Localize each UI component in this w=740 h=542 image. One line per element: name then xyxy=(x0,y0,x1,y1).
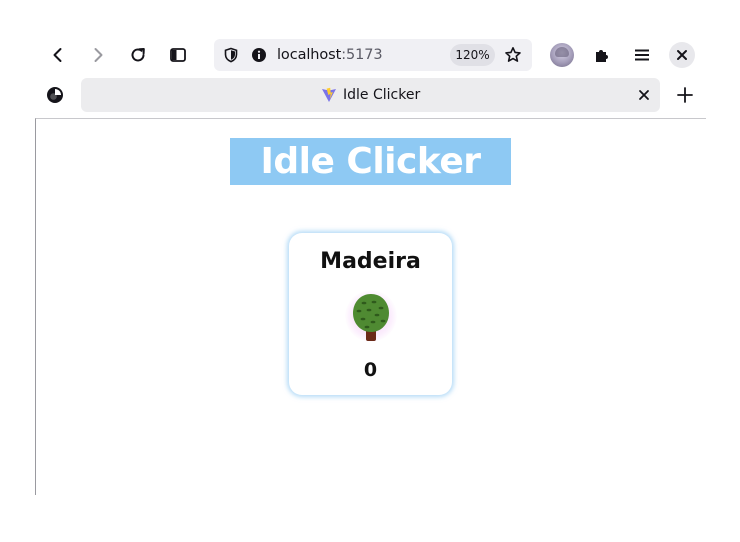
account-avatar[interactable] xyxy=(550,43,574,67)
tab-idle-clicker[interactable]: Idle Clicker xyxy=(81,78,660,112)
url-host: localhost xyxy=(277,47,342,63)
sidebar-toggle-button[interactable] xyxy=(164,41,192,69)
tree-icon[interactable] xyxy=(341,288,401,346)
new-tab-icon[interactable] xyxy=(675,85,695,105)
tab-close-icon[interactable] xyxy=(637,88,651,102)
back-arrow-icon xyxy=(53,48,62,62)
page-title: Idle Clicker xyxy=(230,138,511,185)
reload-icon xyxy=(131,48,145,62)
extensions-button[interactable] xyxy=(588,41,616,69)
close-window-button[interactable] xyxy=(669,42,695,68)
site-info-icon[interactable] xyxy=(251,47,267,63)
close-icon xyxy=(677,50,687,60)
page-content: Idle Clicker Madeira 0 xyxy=(35,118,706,495)
url-port: :5173 xyxy=(341,47,383,63)
sidebar-icon xyxy=(170,48,186,62)
hamburger-menu-icon xyxy=(635,49,649,61)
menu-button[interactable] xyxy=(628,41,656,69)
tree-graphic xyxy=(353,294,389,341)
bookmark-star-icon[interactable] xyxy=(504,46,522,64)
puzzle-piece-icon xyxy=(596,50,608,62)
back-button[interactable] xyxy=(44,41,72,69)
browser-toolbar: localhost:5173 120% Idle Clicker xyxy=(0,0,740,118)
forward-arrow-icon xyxy=(94,48,103,62)
firefox-view-icon[interactable] xyxy=(45,85,65,105)
zoom-level-badge[interactable]: 120% xyxy=(450,44,495,66)
tab-title: Idle Clicker xyxy=(343,87,421,103)
vite-favicon-icon xyxy=(322,87,336,102)
resource-name: Madeira xyxy=(320,249,421,274)
resource-count: 0 xyxy=(363,359,378,381)
url-text[interactable]: localhost:5173 xyxy=(277,46,383,64)
tracking-protection-icon[interactable] xyxy=(223,47,239,63)
resource-card-madeira[interactable]: Madeira 0 xyxy=(289,233,452,395)
address-bar[interactable]: localhost:5173 120% xyxy=(214,39,532,71)
reload-button[interactable] xyxy=(124,41,152,69)
forward-button[interactable] xyxy=(84,41,112,69)
